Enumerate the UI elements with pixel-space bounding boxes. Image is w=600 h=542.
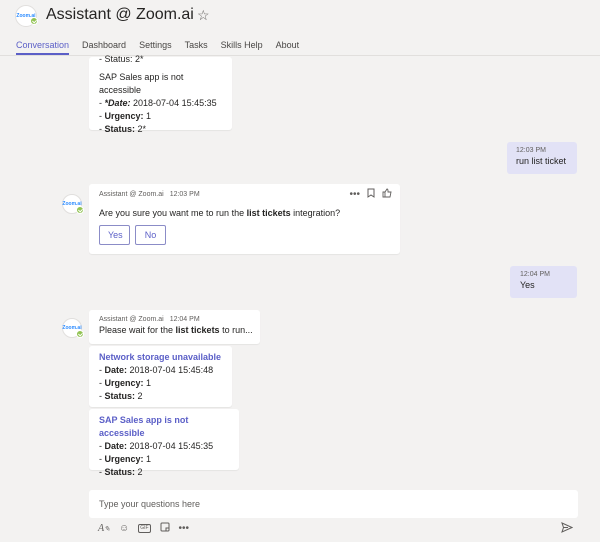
message-text: run list ticket [516,156,567,166]
ticket-urgency: - Urgency: 1 [99,378,152,388]
tab-skills-help[interactable]: Skills Help [221,40,263,55]
no-button[interactable]: No [135,225,166,245]
header: Zoom.ai Assistant @ Zoom.ai ☆ Conversati… [0,0,600,56]
message-meta: Assistant @ Zoom.ai 12:03 PM [99,191,200,198]
ticket-status: - Status: 2* [99,124,147,134]
ticket-title[interactable]: Network storage unavailable [99,351,222,364]
more-options-icon[interactable]: ••• [349,189,360,200]
tab-conversation[interactable]: Conversation [16,40,70,55]
my-message: 12:04 PM Yes [510,266,577,298]
ticket-date: - Date: 2018-07-04 15:45:35 [99,441,214,451]
message-time: 12:04 PM [520,271,550,278]
send-icon[interactable] [561,522,574,536]
presence-icon [76,330,84,338]
bookmark-icon[interactable] [367,188,375,201]
ticket-card: SAP Sales app is not accessible - Date: … [89,409,239,477]
compose-toolbar: A✎ ☺ GIF ••• [98,522,189,535]
ticket-card: Network storage unavailable - Date: 2018… [89,346,232,407]
ticket-status: - Status: 2 [99,391,143,401]
emoji-icon[interactable]: ☺ [119,523,129,534]
ticket-title[interactable]: SAP Sales app is not accessible [99,414,229,440]
like-icon[interactable] [382,188,392,201]
message-input[interactable]: Type your questions here [89,490,578,518]
tab-about[interactable]: About [276,40,300,55]
message-actions: ••• [349,188,392,201]
bot-message-card: Assistant @ Zoom.ai 12:03 PM ••• Are you … [89,184,400,254]
app-title: Assistant @ Zoom.ai [46,6,194,23]
bot-message-text: Are you sure you want me to run the list… [99,208,341,218]
ticket-title: SAP Sales app is not accessible [99,72,184,95]
message-meta: Assistant @ Zoom.ai 12:04 PM [99,316,200,323]
ticket-urgency: - Urgency: 1 [99,454,152,464]
bot-message-text: Please wait for the list tickets to run.… [99,325,253,335]
ticket-date: - *Date: 2018-07-04 15:45:35 [99,98,217,108]
message-time: 12:03 PM [516,147,546,154]
bot-message-card: Assistant @ Zoom.ai 12:04 PM Please wait … [89,310,260,344]
message-text: Yes [520,280,535,290]
star-icon[interactable]: ☆ [197,7,210,24]
ticket-urgency: - Urgency: 1 [99,111,152,121]
ticket-date: - Date: 2018-07-04 15:45:48 [99,365,214,375]
ticket-status-partial: - Status: 2* [99,54,144,64]
sticker-icon[interactable] [160,522,170,535]
presence-icon [30,17,38,25]
action-buttons: Yes No [99,225,390,245]
ticket-card: - Status: 2* SAP Sales app is not access… [89,54,232,134]
more-options-icon[interactable]: ••• [179,523,190,534]
yes-button[interactable]: Yes [99,225,130,245]
gif-icon[interactable]: GIF [138,524,151,533]
format-icon[interactable]: A✎ [98,523,110,534]
ticket-status: - Status: 2 [99,467,143,477]
presence-icon [76,206,84,214]
my-message: 12:03 PM run list ticket [507,142,577,174]
